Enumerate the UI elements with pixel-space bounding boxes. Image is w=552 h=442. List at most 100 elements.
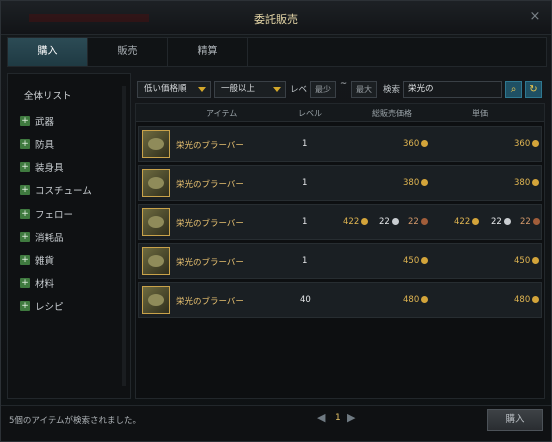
sidebar-item-weapons[interactable]: + 武器 (20, 114, 54, 128)
level-min-input[interactable]: 最少 (310, 81, 336, 98)
sidebar-item-materials[interactable]: + 材料 (20, 276, 54, 290)
category-all[interactable]: 全体リスト (24, 88, 72, 102)
item-level: 1 (302, 139, 308, 149)
gold-coin-icon (532, 257, 540, 264)
sidebar-item-label: 消耗品 (35, 233, 64, 244)
gold-coin-icon (361, 218, 369, 225)
sidebar-item-label: 装身具 (35, 163, 64, 174)
search-label: 検索 (383, 85, 401, 95)
sidebar-item-label: コスチューム (35, 186, 92, 197)
item-level: 40 (300, 295, 311, 305)
sidebar-item-consumables[interactable]: + 消耗品 (20, 230, 64, 244)
table-row[interactable]: 栄光のブラーバー 1 450 450 (138, 243, 542, 279)
total-price: 360 (403, 139, 429, 149)
sidebar-item-misc[interactable]: + 雑貨 (20, 253, 54, 267)
sidebar-item-recipes[interactable]: + レシピ (20, 299, 64, 313)
consignment-window: 委託販売 × 購入 販売 精算 全体リスト + 武器 + 防具 + 装身具 + … (0, 0, 552, 442)
level-max-input[interactable]: 最大 (351, 81, 377, 98)
table-row[interactable]: 栄光のブラーバー 1 422 22 22 422 22 22 (138, 204, 542, 240)
search-input[interactable]: 栄光の (403, 81, 502, 98)
buy-button[interactable]: 購入 (487, 409, 543, 431)
category-sidebar: 全体リスト + 武器 + 防具 + 装身具 + コスチューム + フェロー + … (7, 73, 131, 399)
search-icon[interactable]: ⌕ (505, 81, 522, 98)
plus-icon[interactable]: + (20, 209, 30, 219)
window-title: 委託販売 (254, 13, 298, 26)
table-header: アイテム レベル 総販売価格 単価 (136, 104, 544, 122)
sort-dropdown[interactable]: 低い価格順 (137, 81, 211, 98)
tab-bar: 購入 販売 精算 (7, 37, 547, 67)
close-icon[interactable]: × (527, 9, 543, 25)
chevron-down-icon (273, 87, 281, 92)
copper-coin-icon (420, 218, 428, 225)
item-icon (142, 286, 170, 314)
plus-icon[interactable]: + (20, 139, 30, 149)
total-price-copper: 22 (408, 217, 428, 227)
item-level: 1 (302, 217, 308, 227)
title-bar[interactable]: 委託販売 × (1, 1, 551, 35)
item-icon (142, 247, 170, 275)
item-name: 栄光のブラーバー (176, 219, 244, 229)
sidebar-item-label: レシピ (35, 302, 64, 313)
col-level: レベル (298, 109, 322, 118)
total-price-gold: 422 (343, 217, 369, 227)
plus-icon[interactable]: + (20, 232, 30, 242)
sidebar-item-label: 材料 (35, 279, 55, 290)
gold-coin-icon (421, 140, 429, 147)
plus-icon[interactable]: + (20, 301, 30, 311)
sidebar-item-label: フェロー (35, 210, 74, 221)
sidebar-item-costume[interactable]: + コスチューム (20, 183, 92, 197)
gold-coin-icon (421, 179, 429, 186)
item-icon (142, 130, 170, 158)
sidebar-item-fellow[interactable]: + フェロー (20, 207, 73, 221)
unit-price: 480 (514, 295, 540, 305)
unit-price: 450 (514, 256, 540, 266)
level-separator: ~ (340, 79, 348, 89)
grade-value: 一般以上 (221, 84, 256, 94)
plus-icon[interactable]: + (20, 185, 30, 195)
gold-coin-icon (421, 257, 429, 264)
total-price-silver: 22 (379, 217, 399, 227)
silver-coin-icon (391, 218, 399, 225)
status-text: 5個のアイテムが検索されました。 (9, 416, 142, 426)
total-price: 480 (403, 295, 429, 305)
refresh-icon[interactable]: ↻ (525, 81, 542, 98)
copper-coin-icon (532, 218, 540, 225)
total-price: 450 (403, 256, 429, 266)
sidebar-scrollbar[interactable] (122, 86, 126, 386)
chevron-right-icon[interactable]: ▶ (347, 411, 355, 424)
sidebar-item-label: 武器 (35, 117, 55, 128)
silver-coin-icon (503, 218, 511, 225)
unit-price-silver: 22 (491, 217, 511, 227)
plus-icon[interactable]: + (20, 116, 30, 126)
tab-buy[interactable]: 購入 (8, 38, 88, 66)
item-name: 栄光のブラーバー (176, 297, 244, 307)
listing-table: アイテム レベル 総販売価格 単価 栄光のブラーバー 1 360 360 栄光の… (135, 103, 545, 399)
item-icon (142, 169, 170, 197)
grade-dropdown[interactable]: 一般以上 (214, 81, 286, 98)
item-name: 栄光のブラーバー (176, 180, 244, 190)
chevron-down-icon (198, 87, 206, 92)
sidebar-item-accessories[interactable]: + 装身具 (20, 160, 64, 174)
table-row[interactable]: 栄光のブラーバー 1 380 380 (138, 165, 542, 201)
page-number: 1 (335, 413, 341, 423)
plus-icon[interactable]: + (20, 278, 30, 288)
level-label: レベ (290, 85, 308, 95)
tab-sell[interactable]: 販売 (88, 38, 168, 66)
gold-coin-icon (472, 218, 480, 225)
unit-price-copper: 22 (520, 217, 540, 227)
item-name: 栄光のブラーバー (176, 141, 244, 151)
gold-coin-icon (532, 179, 540, 186)
col-unit-price: 単価 (472, 109, 488, 118)
item-icon (142, 208, 170, 236)
item-level: 1 (302, 256, 308, 266)
filter-bar: 低い価格順 一般以上 レベ 最少 ~ 最大 検索 栄光の ⌕ ↻ (137, 79, 547, 99)
plus-icon[interactable]: + (20, 255, 30, 265)
chevron-left-icon[interactable]: ◀ (317, 411, 325, 424)
plus-icon[interactable]: + (20, 162, 30, 172)
tab-settlement[interactable]: 精算 (168, 38, 248, 66)
gold-coin-icon (532, 140, 540, 147)
table-row[interactable]: 栄光のブラーバー 40 480 480 (138, 282, 542, 318)
gold-coin-icon (532, 296, 540, 303)
table-row[interactable]: 栄光のブラーバー 1 360 360 (138, 126, 542, 162)
sidebar-item-armor[interactable]: + 防具 (20, 137, 54, 151)
